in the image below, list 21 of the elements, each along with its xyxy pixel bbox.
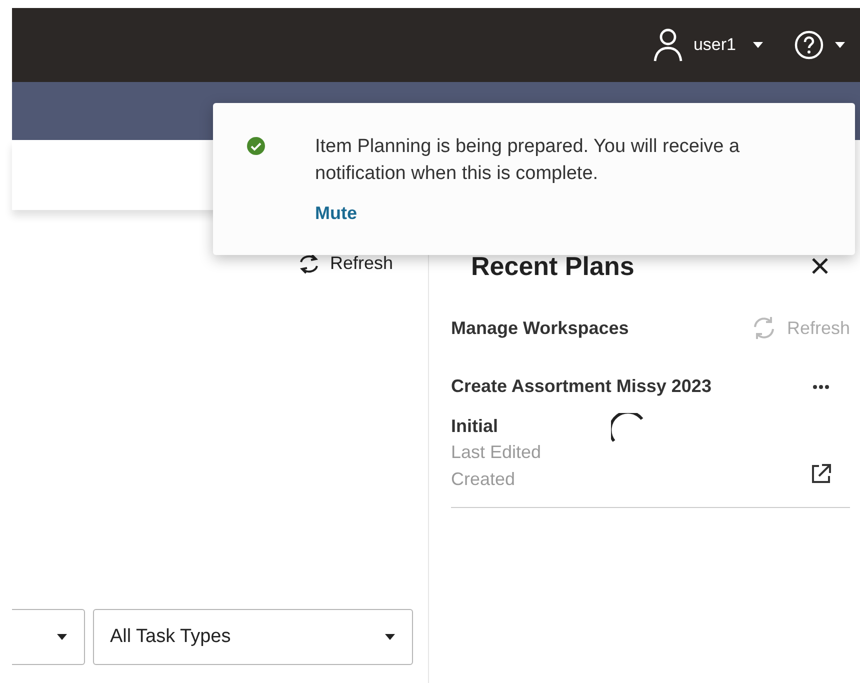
plan-title: Create Assortment Missy 2023 [451,376,712,397]
user-menu-button[interactable]: user1 [653,28,764,62]
help-menu-button[interactable] [794,30,846,60]
more-icon[interactable] [812,384,830,390]
manage-workspaces-link[interactable]: Manage Workspaces [451,318,629,338]
refresh-icon [298,254,320,274]
field-label: Last Edited [451,441,542,464]
refresh-button[interactable]: Refresh [298,253,393,274]
open-external-icon[interactable] [810,463,832,485]
plan-status: Initial [451,415,500,438]
caret-icon [384,633,396,641]
dropdown-field[interactable] [12,609,85,665]
field-label: Created [451,468,516,491]
caret-icon [752,41,764,49]
close-icon[interactable] [810,256,830,276]
dropdown-field[interactable]: All Task Types [93,609,413,665]
check-circle-icon [247,137,265,155]
caret-icon [56,633,68,641]
caret-icon [834,41,846,49]
help-icon [794,30,824,60]
user-icon [653,28,684,62]
